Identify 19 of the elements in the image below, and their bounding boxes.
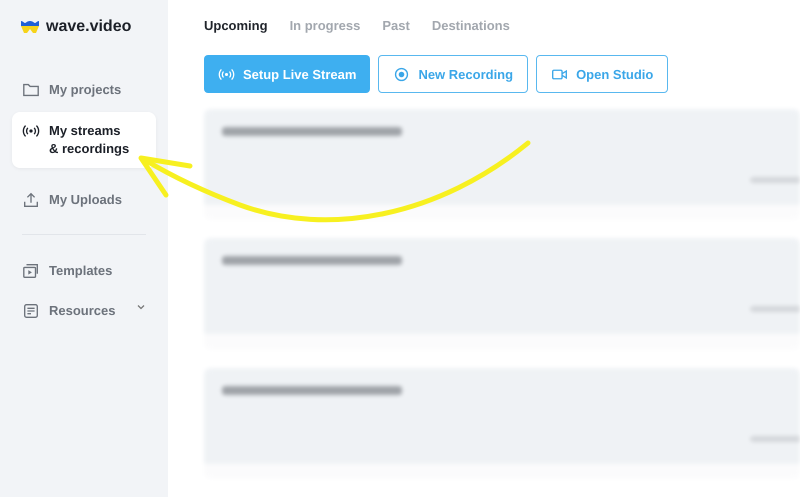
media-window-icon bbox=[22, 262, 40, 280]
tab[interactable]: In progress bbox=[290, 18, 360, 33]
document-icon bbox=[22, 302, 40, 320]
upload-icon bbox=[22, 191, 40, 209]
action-button[interactable]: Setup Live Stream bbox=[204, 55, 370, 93]
action-button[interactable]: Open Studio bbox=[536, 55, 668, 93]
sidebar-item[interactable]: My streams & recordings bbox=[12, 112, 156, 168]
sidebar-item[interactable]: Templates bbox=[12, 253, 156, 289]
tab[interactable]: Past bbox=[382, 18, 410, 33]
tab[interactable]: Destinations bbox=[432, 18, 510, 33]
record-icon bbox=[393, 66, 410, 82]
brand-name: wave.video bbox=[46, 18, 132, 36]
sidebar-item[interactable]: My Uploads bbox=[12, 182, 156, 218]
tab[interactable]: Upcoming bbox=[204, 18, 268, 33]
folder-icon bbox=[22, 81, 40, 99]
action-button[interactable]: New Recording bbox=[378, 55, 528, 93]
sidebar-item[interactable]: Resources bbox=[12, 293, 156, 329]
sidebar-item[interactable]: My projects bbox=[12, 72, 156, 108]
logo-icon bbox=[20, 20, 40, 34]
